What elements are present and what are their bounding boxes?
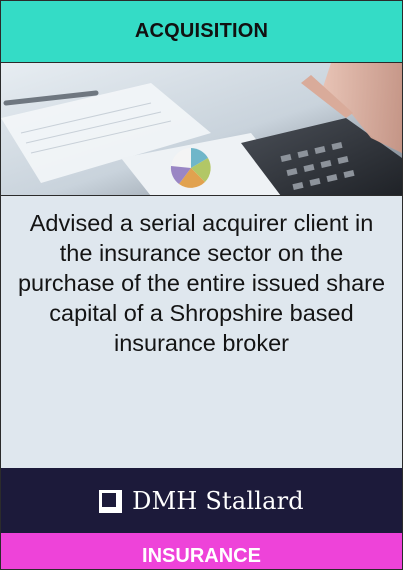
- brand-bar: DMH Stallard: [1, 468, 402, 533]
- deal-description-panel: Advised a serial acquirer client in the …: [1, 196, 402, 468]
- deal-card: ACQUISITION Advised a serial acquirer cl…: [0, 0, 403, 570]
- square-logo-icon: [99, 489, 123, 513]
- brand-name: DMH Stallard: [132, 486, 304, 515]
- category-banner: ACQUISITION: [1, 1, 402, 63]
- deal-description: Advised a serial acquirer client in the …: [17, 210, 386, 356]
- category-label: ACQUISITION: [134, 20, 269, 42]
- calculator-paperwork-photo: [1, 63, 402, 195]
- sector-banner: INSURANCE: [1, 533, 402, 569]
- sector-label: INSURANCE: [142, 544, 261, 567]
- hero-image: [1, 63, 402, 196]
